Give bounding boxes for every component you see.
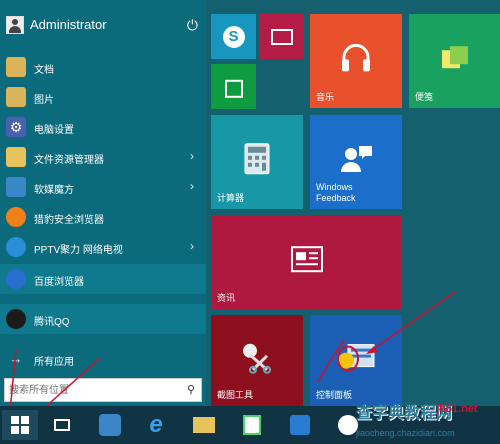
tile-label: Windows Feedback [316, 182, 356, 203]
tile-sticky-notes[interactable]: 便笺 [409, 14, 500, 108]
menu-item-documents[interactable]: 文档 [0, 52, 206, 82]
cube-icon [99, 414, 121, 436]
power-icon[interactable]: ⏻ [187, 17, 198, 34]
video-icon [270, 28, 293, 45]
cube-icon [290, 415, 310, 435]
headphones-icon [342, 43, 370, 72]
tile-store[interactable] [211, 64, 256, 109]
tile-windows-feedback[interactable]: Windows Feedback [310, 115, 402, 209]
start-button[interactable] [2, 410, 38, 440]
search-box[interactable]: ⚲ [4, 378, 202, 402]
user-name: Administrator [30, 17, 107, 32]
tile-label: 截图工具 [217, 390, 254, 400]
calculator-icon [244, 143, 270, 175]
windows-logo-icon [11, 416, 29, 434]
menu-item-ruanmei[interactable]: 软媒魔方 › [0, 172, 206, 202]
taskbar-app-ruanmei[interactable] [92, 410, 128, 440]
store-icon [243, 415, 261, 435]
menu-item-label: PPTV聚力 网络电视 [34, 245, 123, 256]
taskbar-app-store[interactable] [234, 410, 270, 440]
menu-item-label: 软媒魔方 [34, 185, 74, 196]
feedback-icon [341, 146, 372, 172]
taskbar-app-cube[interactable] [282, 410, 318, 440]
tile-label: 音乐 [316, 92, 335, 102]
gear-icon: ⚙ [6, 117, 26, 137]
browser-icon [6, 269, 26, 289]
taskbar-app-explorer[interactable] [186, 410, 222, 440]
all-apps-button[interactable]: → 所有应用 [0, 344, 206, 374]
taskbar-app-ie[interactable]: e [138, 410, 174, 440]
watermark-domain: jb51.net [436, 403, 478, 415]
tile-label: 资讯 [217, 293, 236, 303]
tile-label: 便笺 [415, 92, 434, 102]
task-view-icon [54, 419, 70, 431]
menu-item-label: 腾讯QQ [34, 317, 70, 328]
folder-icon [6, 57, 26, 77]
tile-calculator[interactable]: 计算器 [211, 115, 303, 209]
task-view-button[interactable] [44, 410, 80, 440]
chevron-right-icon[interactable]: › [190, 179, 194, 193]
search-input[interactable] [9, 381, 179, 399]
pptv-icon [6, 237, 26, 257]
ie-icon: e [149, 411, 163, 438]
tile-label: 控制面板 [316, 390, 353, 400]
watermark-url: jiaocheng.chazidian.com [356, 428, 455, 438]
news-icon [290, 246, 323, 273]
tile-control-panel[interactable]: 控制面板 [310, 315, 402, 406]
browser-icon [6, 207, 26, 227]
skype-icon: S [222, 25, 245, 48]
folder-icon [193, 417, 215, 433]
cube-icon [6, 177, 26, 197]
tile-label: 计算器 [217, 193, 245, 203]
menu-item-baidu-browser[interactable]: 百度浏览器 [0, 264, 206, 294]
qq-icon [6, 309, 26, 329]
menu-item-label: 电脑设置 [34, 125, 74, 136]
menu-item-pictures[interactable]: 图片 [0, 82, 206, 112]
tile-skype[interactable]: S [211, 14, 256, 59]
menu-item-label: 猎豹安全浏览器 [34, 215, 104, 226]
menu-item-pc-settings[interactable]: ⚙ 电脑设置 [0, 112, 206, 142]
tile-news[interactable]: 资讯 [211, 215, 402, 309]
chevron-right-icon[interactable]: › [190, 239, 194, 253]
tile-music[interactable]: 音乐 [310, 14, 402, 108]
menu-item-liebao-browser[interactable]: 猎豹安全浏览器 [0, 202, 206, 232]
menu-item-label: 百度浏览器 [34, 277, 84, 288]
chevron-right-icon[interactable]: › [190, 149, 194, 163]
arrow-right-icon: → [9, 351, 23, 366]
all-apps-label: 所有应用 [34, 357, 74, 368]
folder-icon [6, 147, 26, 167]
search-icon[interactable]: ⚲ [187, 383, 195, 396]
network-icon [338, 415, 358, 435]
menu-item-file-explorer[interactable]: 文件资源管理器 › [0, 142, 206, 172]
user-account-row[interactable]: Administrator ⏻ [0, 8, 206, 42]
tile-video[interactable] [259, 14, 304, 59]
store-icon [224, 79, 243, 98]
menu-item-pptv[interactable]: PPTV聚力 网络电视 › [0, 232, 206, 262]
control-panel-icon [337, 343, 375, 372]
menu-item-tencent-qq[interactable]: 腾讯QQ [0, 304, 206, 334]
menu-item-label: 文件资源管理器 [34, 155, 104, 166]
folder-icon [6, 87, 26, 107]
start-menu-panel: Administrator ⏻ 文档 图片 ⚙ 电脑设置 文件资源管理器 › 软… [0, 0, 206, 406]
scissors-icon [243, 343, 271, 374]
menu-item-label: 图片 [34, 95, 54, 106]
user-avatar-icon [6, 16, 24, 34]
sticky-notes-icon [441, 46, 468, 69]
menu-item-label: 文档 [34, 65, 54, 76]
tile-snipping-tool[interactable]: 截图工具 [211, 315, 303, 406]
